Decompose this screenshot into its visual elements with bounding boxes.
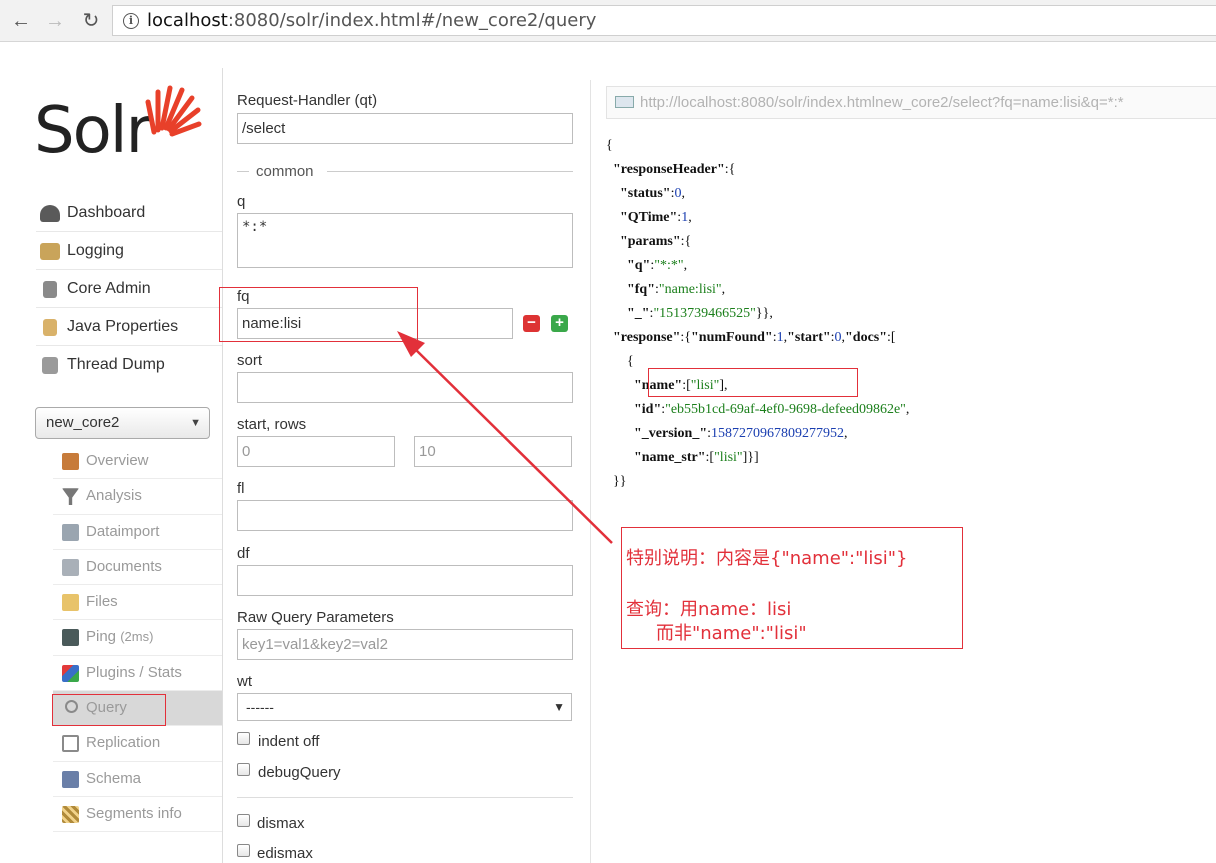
annotation-line-2: 查询：用name：lisi	[626, 599, 792, 620]
annotation-note: 特别说明：内容是{"name":"lisi"} 查询：用name：lisi 而非…	[621, 527, 963, 649]
annotation-arrow-icon	[397, 331, 613, 544]
annotation-line-1: 特别说明：内容是{"name":"lisi"}	[626, 548, 908, 569]
annotation-line-3: 而非"name":"lisi"	[656, 623, 807, 644]
